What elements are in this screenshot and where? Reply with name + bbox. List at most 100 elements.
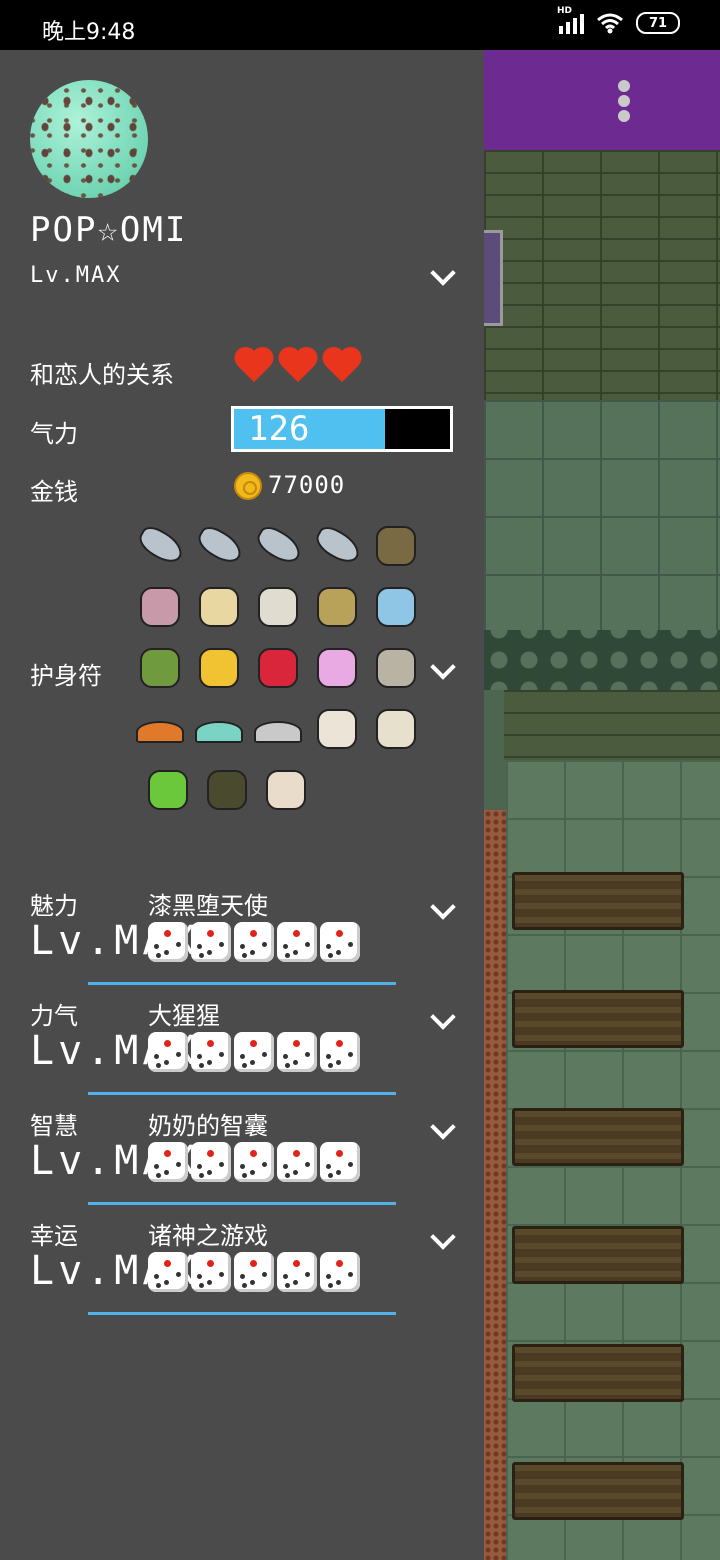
stat-row: 力气 大猩猩 Lv.MAX [0,996,484,1106]
stat-underline [88,1312,396,1315]
bench [512,990,684,1048]
stained-window [484,230,503,326]
dice-icon [320,1252,360,1292]
dice-icon [277,922,317,962]
dice-icon [234,922,274,962]
coin-icon [234,472,262,500]
stat-underline [88,1202,396,1205]
twig-icon [370,520,422,572]
tuna-fish-icon [193,520,247,572]
heart-icon [234,348,274,384]
dice-icon [148,922,188,962]
charm-label: 护身符 [30,662,102,690]
blue-mouse-icon [370,581,422,633]
chevron-down-icon[interactable] [430,1224,456,1250]
tuna-fish-icon [134,520,188,572]
emerald-icon [142,764,194,816]
dice-icon [320,1142,360,1182]
floor-tiles [484,400,720,630]
starfish-stone-icon [252,581,304,633]
dice-icon [191,1142,231,1182]
stamina-bar: 126 [231,406,453,452]
avatar [30,80,148,198]
side-wall [484,810,506,1560]
scroll-icon [260,764,312,816]
bench [512,1462,684,1520]
dice-icon [191,1032,231,1072]
dice-icon [148,1032,188,1072]
yellow-leaf-icon [311,581,363,633]
dice-icon [234,1252,274,1292]
dice-row [148,1142,360,1182]
dice-row [148,1032,360,1072]
relation-hearts [234,348,362,384]
stat-underline [88,1092,396,1095]
stamina-label: 气力 [30,420,78,448]
money-value: 77000 [268,471,346,499]
pink-snake-icon [311,642,363,694]
chevron-down-icon[interactable] [430,654,456,680]
status-bar: 晚上9:48 HD 71 [0,0,720,50]
stat-title: 漆黑堕天使 [148,892,268,920]
brick-wall-lower [504,690,720,760]
stat-title: 诸神之游戏 [148,1222,268,1250]
stat-name: 智慧 [30,1112,78,1140]
menu-dots-icon[interactable] [618,80,632,125]
stat-underline [88,982,396,985]
green-leaf-icon [134,642,186,694]
bench [512,1226,684,1284]
status-time: 晚上9:48 [42,20,136,45]
player-name: POP☆OMI [30,210,188,250]
heart-icon [322,348,362,384]
chevron-down-icon[interactable] [430,260,456,286]
tooth-icon [311,703,363,755]
chevron-down-icon[interactable] [430,894,456,920]
stat-name: 魅力 [30,892,78,920]
stat-name: 幸运 [30,1222,78,1250]
bench [512,1108,684,1166]
brick-wall [484,150,720,400]
dice-icon [320,922,360,962]
dice-row [148,1252,360,1292]
heart-icon [278,348,318,384]
money-label: 金钱 [30,478,78,506]
dice-icon [277,1142,317,1182]
tuna-fish-icon [311,520,365,572]
dice-icon [320,1032,360,1072]
dice-row [148,922,360,962]
stamina-value: 126 [248,409,310,449]
dice-icon [191,1252,231,1292]
signal-icon: HD [557,6,584,34]
tuna-fish-icon [252,520,306,572]
bench [512,872,684,930]
dice-icon [234,1032,274,1072]
game-top-bar [484,50,720,150]
wifi-icon [597,13,623,34]
battery-icon: 71 [636,12,680,34]
dice-icon [277,1252,317,1292]
game-scene[interactable] [484,50,720,1560]
pink-leaf-icon [134,581,186,633]
stat-name: 力气 [30,1002,78,1030]
dice-icon [191,922,231,962]
red-tiara-icon [134,703,186,755]
rail [484,630,720,690]
stones-icon [370,642,422,694]
fossil-icon [370,703,422,755]
chevron-down-icon[interactable] [430,1004,456,1030]
dice-icon [277,1032,317,1072]
crown-icon [252,642,304,694]
profile-drawer: POP☆OMI Lv.MAX 和恋人的关系 气力 126 金钱 77000 护身… [0,50,484,1560]
yellow-gem-icon [193,642,245,694]
stat-title: 奶奶的智囊 [148,1112,268,1140]
stat-row: 魅力 漆黑堕天使 Lv.MAX [0,886,484,996]
stat-row: 幸运 诸神之游戏 Lv.MAX [0,1216,484,1326]
turnip-icon [193,581,245,633]
stat-row: 智慧 奶奶的智囊 Lv.MAX [0,1106,484,1216]
green-tiara-icon [193,703,245,755]
silver-tiara-icon [252,703,304,755]
dice-icon [234,1142,274,1182]
eel-icon [201,764,253,816]
chevron-down-icon[interactable] [430,1114,456,1140]
status-icons: HD 71 [557,6,680,34]
